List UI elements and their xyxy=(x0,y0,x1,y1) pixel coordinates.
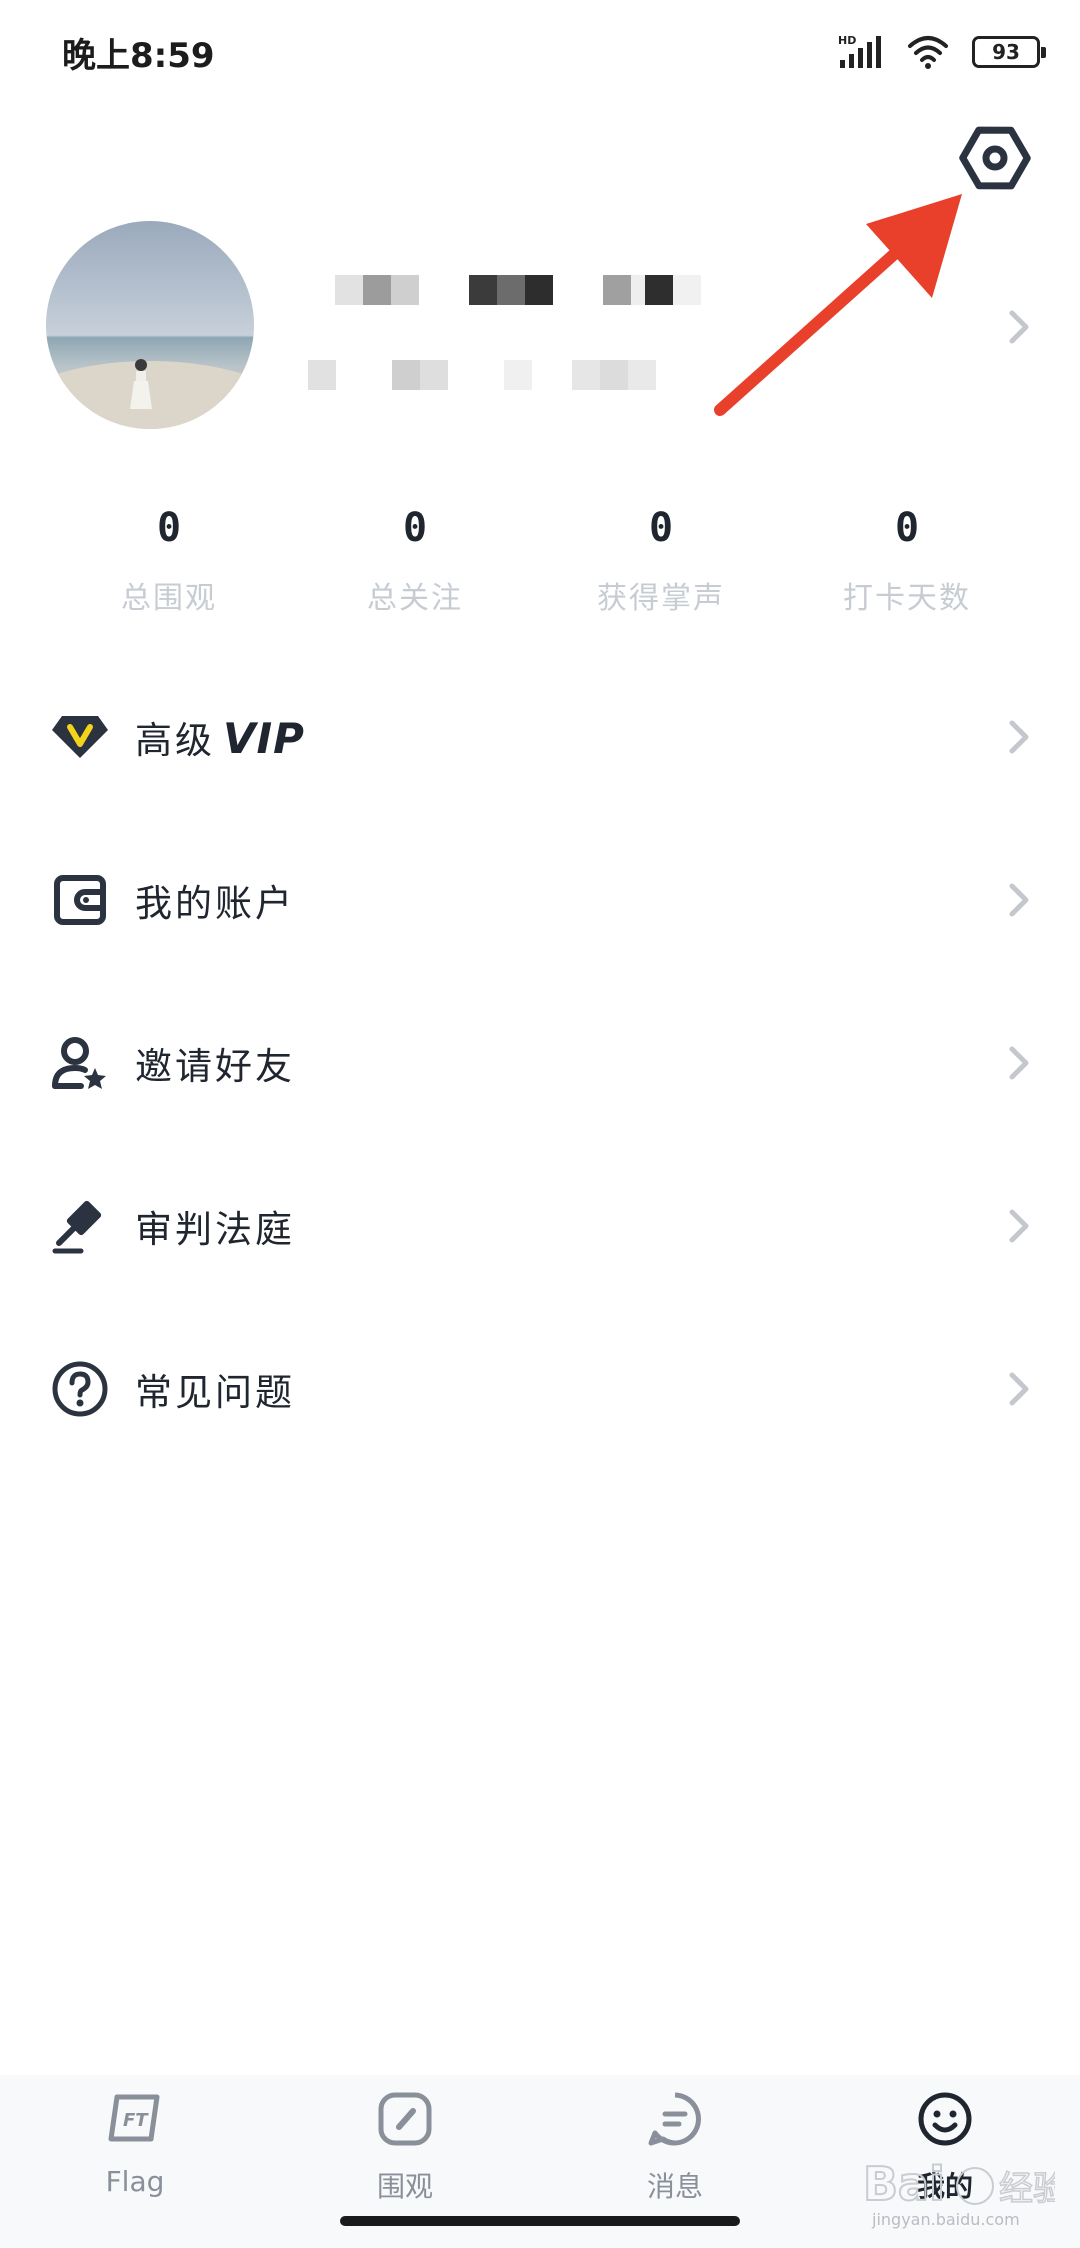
stat-total-follows[interactable]: 0 总关注 xyxy=(292,505,538,616)
menu-label: 邀请好友 xyxy=(135,1044,295,1088)
chevron-right-icon xyxy=(1009,1046,1029,1079)
nav-item-watch[interactable]: 围观 xyxy=(305,2075,505,2215)
stat-checkin-days[interactable]: 0 打卡天数 xyxy=(784,505,1030,616)
nav-item-me[interactable]: 我的 xyxy=(845,2075,1045,2215)
compass-icon xyxy=(378,2092,432,2146)
chevron-right-icon xyxy=(1009,1209,1029,1242)
wifi-icon xyxy=(908,36,948,69)
stat-applause[interactable]: 0 获得掌声 xyxy=(538,505,784,616)
gear-icon xyxy=(959,126,1031,190)
stat-value: 0 xyxy=(648,505,674,551)
menu-item-court[interactable]: 审判法庭 xyxy=(0,1144,1080,1307)
chevron-right-icon xyxy=(1009,310,1029,344)
menu-item-account[interactable]: 我的账户 xyxy=(0,818,1080,981)
chevron-right-icon xyxy=(1009,883,1029,916)
menu-item-vip[interactable]: 高级 VIP xyxy=(0,655,1080,818)
stat-label: 总围观 xyxy=(121,581,217,616)
chevron-right-icon xyxy=(1009,720,1029,753)
nav-label: 我的 xyxy=(916,2170,973,2203)
masked-user-id xyxy=(308,360,656,390)
vip-label-text: 高级 xyxy=(135,718,215,762)
stat-value: 0 xyxy=(156,505,182,551)
menu-item-invite[interactable]: 邀请好友 xyxy=(0,981,1080,1144)
watermark-url: jingyan.baidu.com xyxy=(872,2210,1020,2229)
masked-username xyxy=(335,275,701,305)
nav-label: 围观 xyxy=(376,2170,433,2203)
settings-button[interactable] xyxy=(955,118,1035,198)
wallet-icon xyxy=(50,870,110,930)
status-bar: 晚上8:59 HD 93 xyxy=(0,0,1080,100)
battery-indicator: 93 xyxy=(972,36,1046,68)
flag-icon: FT xyxy=(108,2094,160,2142)
vip-mark: VIP xyxy=(223,713,305,763)
stat-value: 0 xyxy=(402,505,428,551)
chevron-right-icon xyxy=(1009,1372,1029,1405)
stat-label: 打卡天数 xyxy=(843,581,971,616)
stat-label: 总关注 xyxy=(367,581,463,616)
gavel-icon xyxy=(50,1196,110,1256)
status-time: 晚上8:59 xyxy=(62,36,215,76)
signal-icon: HD xyxy=(838,34,881,68)
user-star-icon xyxy=(50,1033,110,1093)
menu-label: 高级 VIP xyxy=(135,710,305,764)
profile-header[interactable] xyxy=(0,215,1080,435)
nav-item-messages[interactable]: 消息 xyxy=(575,2075,775,2215)
question-icon xyxy=(50,1359,110,1419)
stat-label: 获得掌声 xyxy=(597,581,725,616)
stat-total-views[interactable]: 0 总围观 xyxy=(46,505,292,616)
svg-text:FT: FT xyxy=(123,2110,149,2131)
nav-label: 消息 xyxy=(646,2170,703,2203)
smiley-icon xyxy=(918,2092,972,2146)
status-icons: HD 93 xyxy=(838,30,1046,74)
menu-label: 审判法庭 xyxy=(135,1207,295,1251)
message-icon xyxy=(648,2092,701,2146)
menu-item-faq[interactable]: 常见问题 xyxy=(0,1307,1080,1470)
vip-diamond-icon xyxy=(50,707,110,767)
home-indicator xyxy=(340,2216,740,2226)
stats-row: 0 总围观 0 总关注 0 获得掌声 0 打卡天数 xyxy=(0,505,1080,616)
stat-value: 0 xyxy=(894,505,920,551)
menu-label: 常见问题 xyxy=(135,1370,295,1414)
menu-list: 高级 VIP 我的账户 邀请好友 审判法庭 常见问题 xyxy=(0,655,1080,1470)
nav-item-flag[interactable]: FT Flag xyxy=(35,2075,235,2215)
svg-text:HD: HD xyxy=(838,34,856,47)
menu-label: 我的账户 xyxy=(135,881,295,925)
nav-label: Flag xyxy=(105,2165,165,2198)
avatar[interactable] xyxy=(46,221,254,429)
